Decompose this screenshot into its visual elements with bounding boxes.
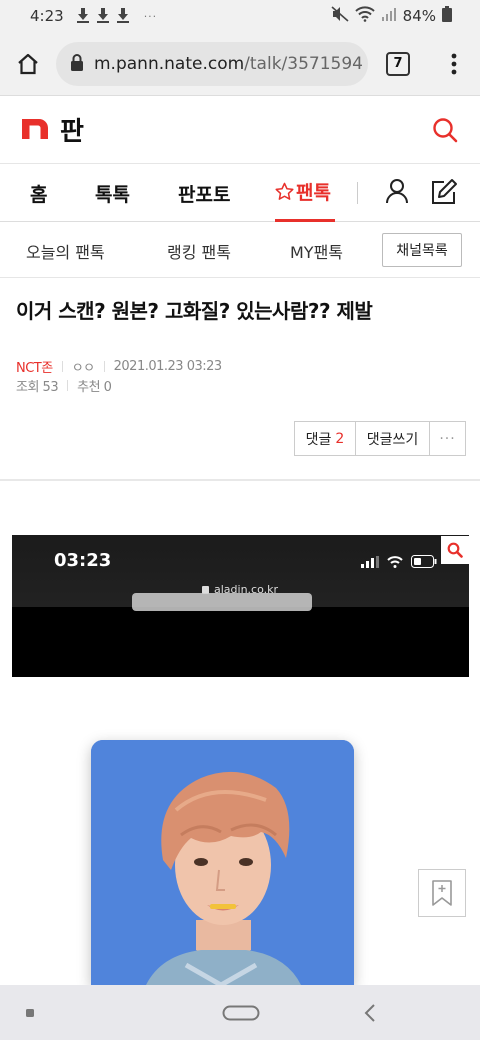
write-post-button[interactable] <box>430 178 458 210</box>
user-icon <box>386 179 408 204</box>
search-button[interactable] <box>432 117 458 143</box>
my-account-button[interactable] <box>385 178 409 208</box>
system-home-button[interactable] <box>220 985 262 1040</box>
lock-icon <box>70 53 84 75</box>
nate-logo-icon <box>22 117 48 143</box>
article-author: ㅇㅇ <box>71 361 95 376</box>
photocard-image <box>91 740 354 985</box>
article-date: 2021.01.23 03:23 <box>113 359 223 374</box>
battery-icon <box>442 6 452 26</box>
channel-list-button[interactable]: 채널목록 <box>382 233 462 267</box>
content-divider <box>0 479 480 481</box>
embedded-time: 03:23 <box>54 550 112 571</box>
article-meta: NCT존 ㅇㅇ 2021.01.23 03:23 <box>16 357 222 376</box>
article-views: 조회 53 <box>16 380 59 395</box>
status-time: 4:23 <box>30 7 64 25</box>
battery-percent: 84% <box>402 7 436 25</box>
nav-home[interactable]: 홈 <box>30 164 47 222</box>
star-icon <box>275 182 294 200</box>
article-actions: 댓글 2 댓글쓰기 ··· <box>294 421 466 456</box>
site-logo[interactable]: 판 <box>22 111 84 148</box>
article-stats: 조회 53 추천 0 <box>16 376 112 395</box>
article-title: 이거 스캔? 원본? 고화질? 있는사람?? 제발 <box>16 299 373 323</box>
browser-toolbar: m.pann.nate.com/talk/3571594 7 <box>0 32 480 96</box>
search-icon <box>433 117 458 142</box>
sub-nav-ranking-fantok[interactable]: 랭킹 팬톡 <box>167 239 231 263</box>
recent-apps-icon <box>26 1008 34 1017</box>
nav-fantok-label: 팬톡 <box>296 182 331 204</box>
status-bar: 4:23 ··· 84% <box>0 0 480 32</box>
more-options-button[interactable]: ··· <box>430 422 465 455</box>
more-notifications-icon: ··· <box>143 9 158 23</box>
signal-icon <box>361 555 379 568</box>
mute-icon <box>331 6 349 26</box>
main-nav: 홈 톡톡 판포토 팬톡 <box>0 164 480 222</box>
site-header: 판 <box>0 96 480 164</box>
wifi-icon <box>354 6 375 26</box>
nav-fantok[interactable]: 팬톡 <box>275 164 335 222</box>
embedded-partial-text <box>132 593 312 611</box>
comments-button[interactable]: 댓글 2 <box>295 422 356 455</box>
embedded-status-icons <box>361 555 437 568</box>
embedded-screenshot-image: 03:23 aladin.co.kr <box>12 535 469 677</box>
address-bar[interactable]: m.pann.nate.com/talk/3571594 <box>56 41 368 86</box>
article-recommends: 추천 0 <box>77 380 112 395</box>
download-icon <box>76 8 90 24</box>
home-pill-icon <box>222 1005 260 1020</box>
wifi-icon <box>387 555 403 568</box>
tab-count: 7 <box>386 51 410 76</box>
url-host: m.pann.nate.com <box>94 53 245 74</box>
nav-panphoto[interactable]: 판포토 <box>178 164 230 222</box>
edit-icon <box>432 179 457 204</box>
site-logo-text: 판 <box>60 117 84 147</box>
bookmark-button[interactable] <box>418 869 466 917</box>
battery-icon <box>411 555 437 568</box>
signal-icon <box>381 7 397 25</box>
system-nav-bar <box>0 985 480 1040</box>
url-text: m.pann.nate.com/talk/3571594 <box>94 54 363 74</box>
back-icon <box>364 1003 375 1022</box>
browser-menu-button[interactable] <box>428 32 480 96</box>
comments-label: 댓글 <box>305 431 332 448</box>
tab-switcher-button[interactable]: 7 <box>368 32 428 96</box>
sub-nav-today-fantok[interactable]: 오늘의 팬톡 <box>26 239 105 263</box>
nav-divider <box>357 182 358 204</box>
sub-nav-my-fantok[interactable]: MY팬톡 <box>290 239 343 263</box>
recent-apps-button[interactable] <box>18 985 42 1040</box>
meta-divider <box>103 361 105 372</box>
write-comment-button[interactable]: 댓글쓰기 <box>356 422 430 455</box>
more-vertical-icon <box>451 53 457 74</box>
system-back-button[interactable] <box>358 985 382 1040</box>
download-icon <box>96 8 110 24</box>
meta-divider <box>67 380 69 391</box>
download-icon <box>116 8 130 24</box>
nav-toktok[interactable]: 톡톡 <box>95 164 130 222</box>
photocard-portrait <box>91 740 354 985</box>
bookmark-add-icon <box>432 880 452 906</box>
home-button[interactable] <box>0 32 56 96</box>
zoom-icon <box>447 542 463 558</box>
sub-nav: 오늘의 팬톡 랭킹 팬톡 MY팬톡 채널목록 <box>0 222 480 278</box>
meta-divider <box>61 361 63 372</box>
home-icon <box>18 53 38 74</box>
comments-count: 2 <box>335 430 345 447</box>
image-zoom-button[interactable] <box>441 536 469 564</box>
article-category[interactable]: NCT존 <box>16 357 53 376</box>
url-path: /talk/3571594 <box>244 53 363 74</box>
